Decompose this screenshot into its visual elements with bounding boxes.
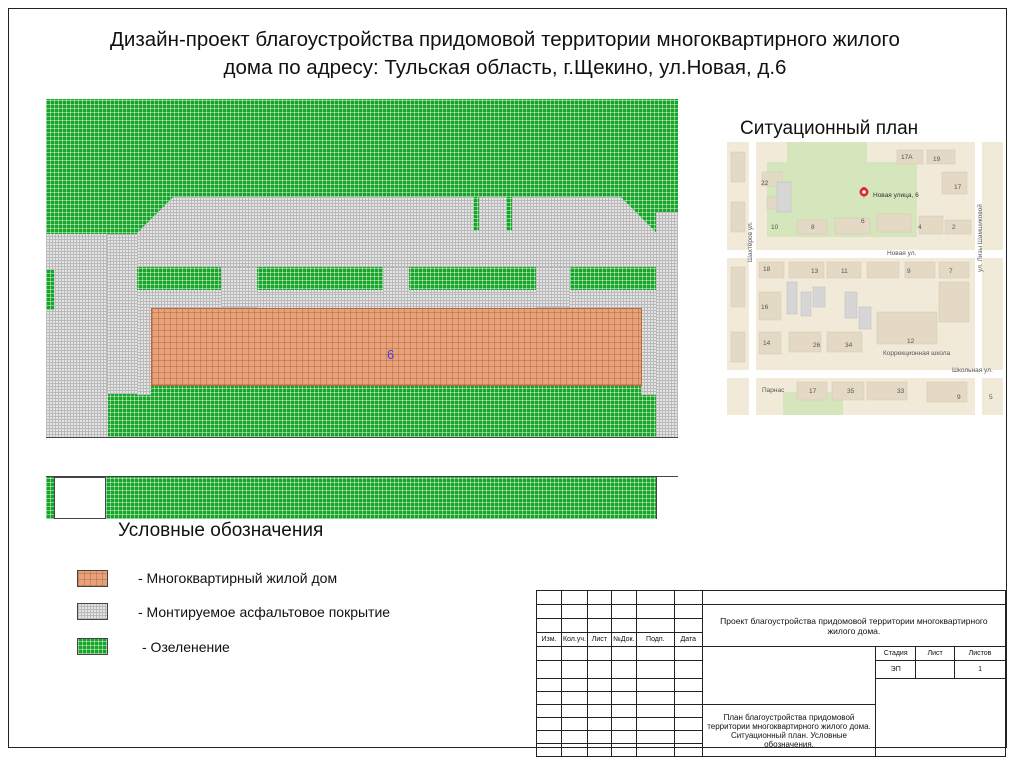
stamp-stage-header: Стадия (875, 646, 917, 661)
paving-left-strip (46, 234, 108, 438)
bottom-white-block (54, 477, 106, 519)
map-place-school: Коррекционная школа (883, 350, 951, 357)
paving-link-3 (536, 267, 570, 307)
situation-plan-title: Ситуационный план (740, 118, 919, 139)
map-house-number: 7 (949, 268, 953, 275)
map-house-number: 12 (907, 338, 915, 345)
map-house-number: 6 (861, 218, 865, 225)
map-street-shamshikovoy: ул. Лизы Шамшиковой (977, 204, 984, 272)
green-notch-right (506, 197, 512, 231)
bottom-white-right (656, 477, 678, 519)
green-left-edge (46, 270, 54, 310)
paving-roof-trapezoid (137, 197, 657, 267)
green-bottom-main (106, 477, 656, 519)
map-house-number: 26 (813, 342, 821, 349)
map-house-number: 9 (957, 394, 961, 401)
map-house-number: 10 (771, 224, 779, 231)
stamp-sheets-header: Листов (954, 646, 1006, 661)
project-title: Проект благоустройства придомовой террит… (701, 604, 1007, 647)
apartment-building (151, 308, 642, 386)
title-block: Проект благоустройства придомовой террит… (536, 590, 1007, 757)
map-house-number: 34 (845, 342, 853, 349)
map-house-number: 4 (918, 224, 922, 231)
stamp-header-podp: Подп. (635, 632, 675, 647)
stamp-sheet-value (915, 660, 956, 679)
stamp-header-list: Лист (586, 632, 612, 647)
stamp-header-ndok: №Док. (610, 632, 637, 647)
map-house-number: 33 (897, 388, 905, 395)
stamp-header-izm: Изм. (536, 632, 562, 647)
legend-swatch-asphalt (77, 603, 108, 620)
legend-label-asphalt: - Монтируемое асфальтовое покрытие (138, 604, 391, 620)
map-house-number: 22 (761, 180, 769, 187)
map-house-number: 17 (809, 388, 817, 395)
map-pin-label: Новая улица, 6 (873, 192, 919, 199)
legend-label-greenery: - Озеленение (142, 639, 230, 655)
map-house-number: 17 (954, 184, 962, 191)
legend-title: Условные обозначения (118, 520, 324, 541)
map-house-number: 35 (847, 388, 855, 395)
sheet-title: План благоустройства придомовой территор… (701, 704, 877, 757)
map-house-number: 5 (989, 394, 993, 401)
map-house-number: 8 (811, 224, 815, 231)
situation-map-graphic (727, 142, 1003, 415)
legend-swatch-greenery (77, 638, 108, 655)
stamp-header-data: Дата (673, 632, 703, 647)
road-strip (46, 437, 678, 477)
map-house-number: 9 (907, 268, 911, 275)
map-house-number: 16 (761, 304, 769, 311)
stamp-sheets-value: 1 (954, 660, 1006, 679)
map-street-novaya: Новая ул. (887, 250, 917, 257)
map-street-shakhterov: Шахтёров ул. (747, 221, 754, 262)
map-place-park: Парнас (762, 387, 785, 394)
map-house-number: 13 (811, 268, 819, 275)
map-house-number: 18 (763, 266, 771, 273)
green-notch-left (473, 197, 479, 231)
map-house-number: 17А (901, 154, 913, 161)
stamp-header-kol: Кол.уч. (560, 632, 588, 647)
map-house-number: 14 (763, 340, 771, 347)
stamp-sheet-header: Лист (915, 646, 956, 661)
drawing-title: Дизайн-проект благоустройства придомовой… (110, 28, 900, 79)
paving-left-vertical (107, 234, 137, 394)
green-bottom-left (46, 477, 54, 519)
map-house-number: 19 (933, 156, 941, 163)
legend-label-building: - Многоквартирный жилой дом (138, 570, 338, 586)
stamp-stage-value: ЭП (875, 660, 917, 679)
map-street-shkolnaya: Школьная ул. (952, 367, 993, 374)
map-house-number: 2 (952, 224, 956, 231)
building-number: 6 (387, 347, 395, 362)
paving-link-1 (221, 267, 257, 307)
paving-right-vertical (656, 212, 678, 438)
legend-swatch-building (77, 570, 108, 587)
situation-map[interactable]: Новая улица, 6 Новая ул. Шахтёров ул. ул… (727, 142, 1003, 415)
map-house-number: 11 (841, 268, 848, 275)
